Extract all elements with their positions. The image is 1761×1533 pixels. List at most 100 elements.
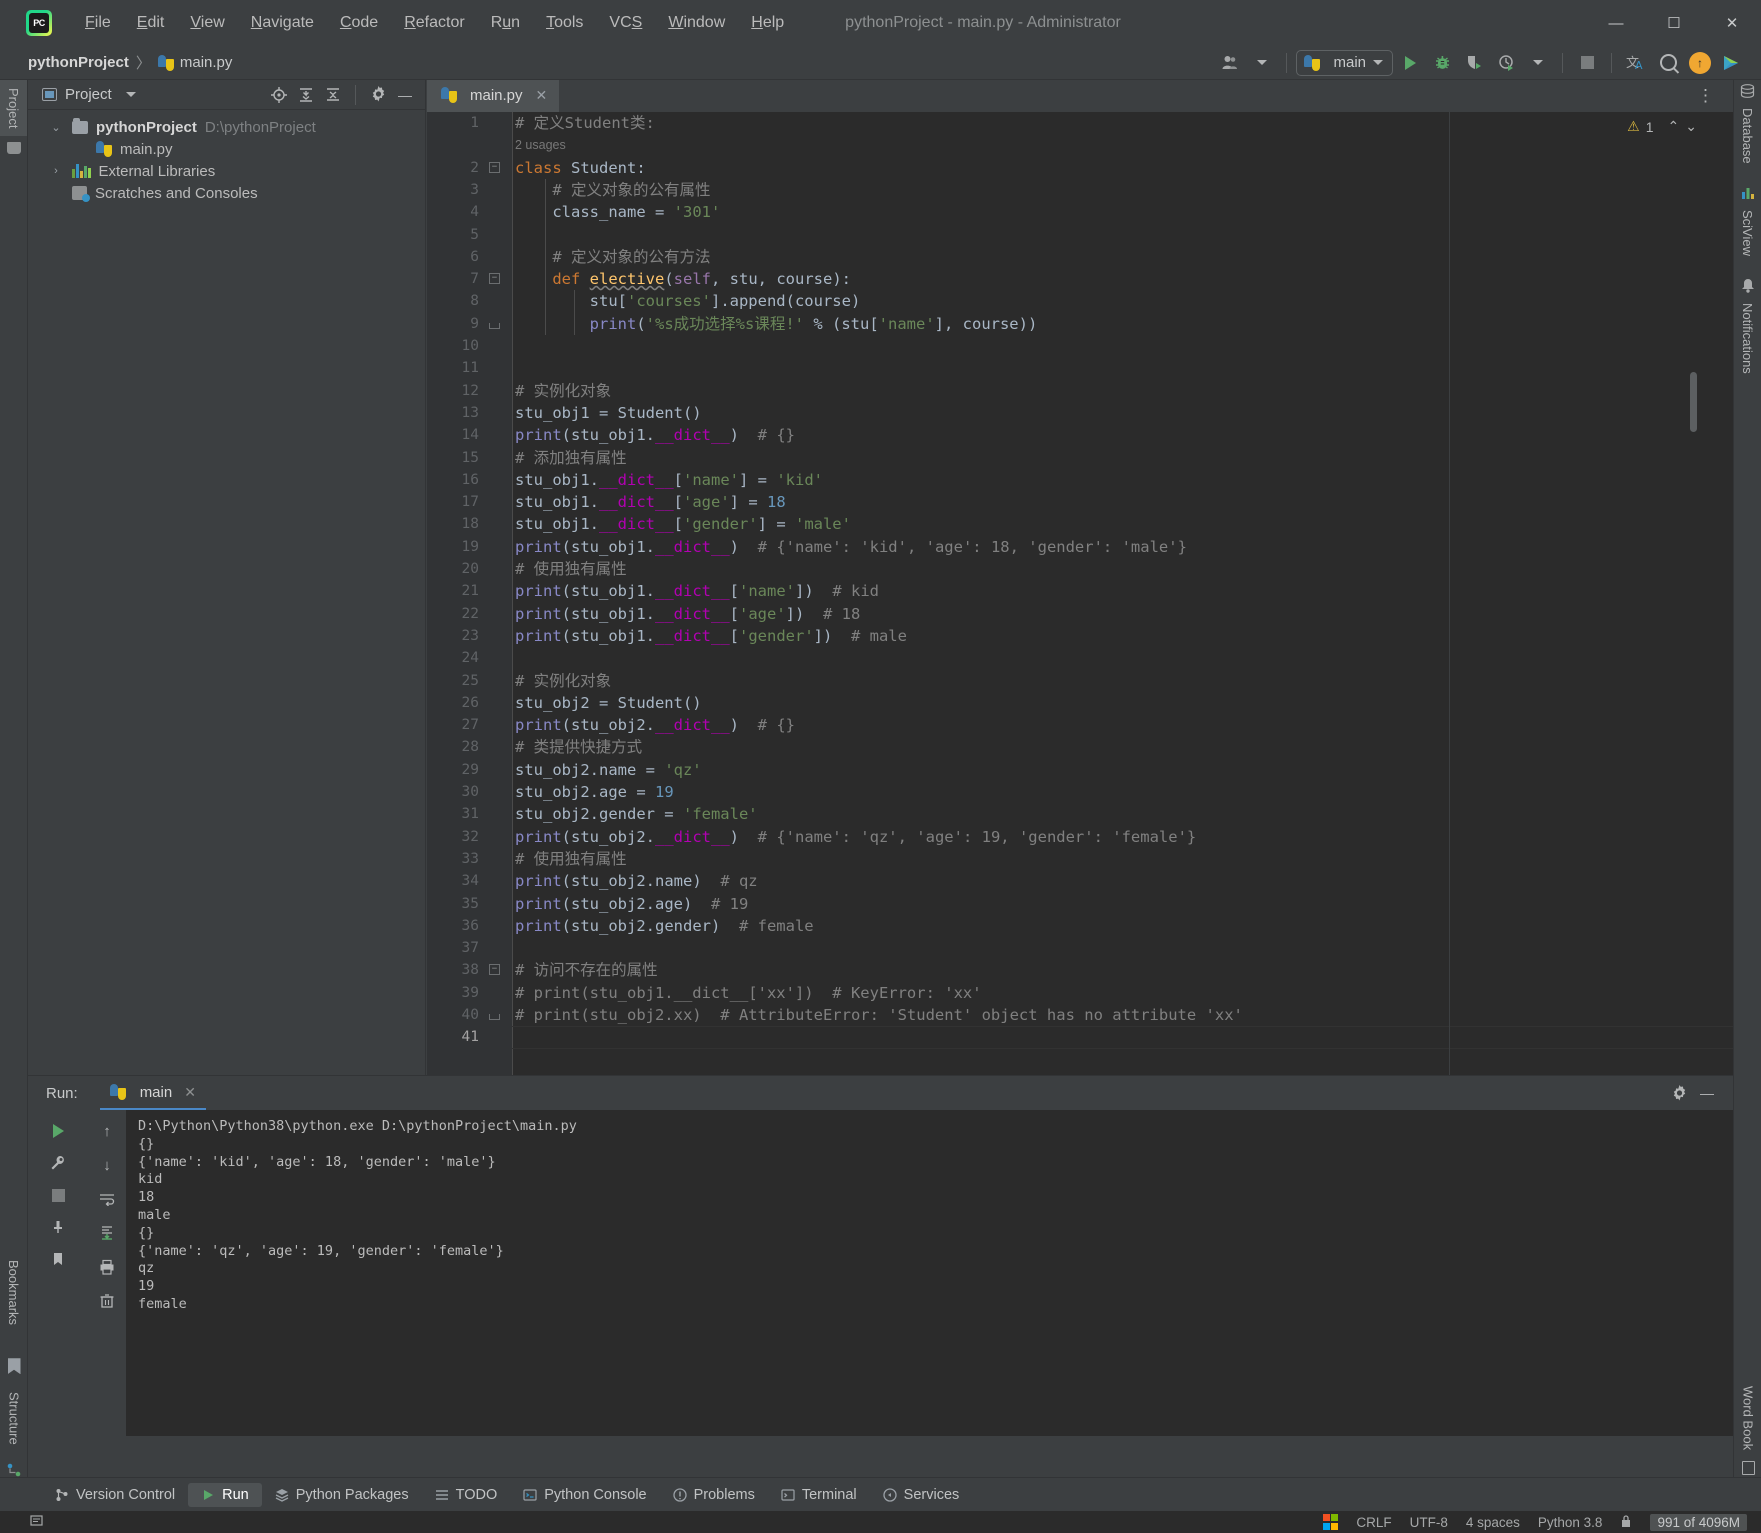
more-options-icon[interactable]: ⋮ xyxy=(1689,86,1723,106)
code-line-17[interactable]: 17 stu_obj1.__dict__['age'] = 18 xyxy=(427,491,1733,513)
code-line-28[interactable]: 28 # 类提供快捷方式 xyxy=(427,736,1733,758)
code-line-2[interactable]: 2− class Student: xyxy=(427,157,1733,179)
next-problem-icon[interactable]: ⌄ xyxy=(1685,118,1697,135)
maximize-button[interactable]: ☐ xyxy=(1645,0,1703,46)
prev-problem-icon[interactable]: ⌃ xyxy=(1668,118,1680,135)
chevron-down-icon[interactable] xyxy=(125,92,136,97)
code-line-35[interactable]: 35 print(stu_obj2.age) # 19 xyxy=(427,893,1733,915)
bookmark-icon[interactable] xyxy=(43,1246,73,1272)
tool-window-run[interactable]: Run xyxy=(188,1482,262,1507)
sidebar-item-notifications[interactable]: Notifications xyxy=(1734,295,1761,382)
close-button[interactable]: ✕ xyxy=(1703,0,1761,46)
code-line-20[interactable]: 20 # 使用独有属性 xyxy=(427,558,1733,580)
debug-icon[interactable] xyxy=(1427,50,1457,76)
sidebar-item-bookmarks[interactable]: Bookmarks xyxy=(0,1252,27,1333)
usages-inlay-hint[interactable]: 2 usages xyxy=(427,134,1733,156)
code-line-3[interactable]: 3 # 定义对象的公有属性 xyxy=(427,179,1733,201)
code-line-39[interactable]: 39 # print(stu_obj1.__dict__['xx']) # Key… xyxy=(427,982,1733,1004)
settings-wrench-icon[interactable] xyxy=(43,1150,73,1176)
code-editor[interactable]: 1 # 定义Student类: 2 usages 2− class Student: 3 … xyxy=(427,112,1733,1075)
soft-wrap-icon[interactable] xyxy=(92,1186,122,1212)
hide-icon[interactable]: — xyxy=(1695,1082,1719,1104)
translate-icon[interactable]: 文A xyxy=(1621,50,1651,76)
code-line-32[interactable]: 32 print(stu_obj2.__dict__) # {'name': 'q… xyxy=(427,826,1733,848)
stop-icon[interactable] xyxy=(43,1182,73,1208)
code-line-24[interactable]: 24 xyxy=(427,647,1733,669)
code-line-8[interactable]: 8 stu['courses'].append(course) xyxy=(427,290,1733,312)
fold-collapse-icon[interactable]: − xyxy=(489,161,500,173)
menu-item-window[interactable]: Window xyxy=(655,10,738,36)
code-line-18[interactable]: 18 stu_obj1.__dict__['gender'] = 'male' xyxy=(427,513,1733,535)
target-icon[interactable] xyxy=(267,84,291,106)
fold-collapse-icon[interactable]: − xyxy=(489,964,500,976)
chevron-down-icon[interactable]: ⌄ xyxy=(50,121,62,134)
tree-node-scratches-and-consoles[interactable]: Scratches and Consoles xyxy=(28,182,425,204)
close-icon[interactable]: ✕ xyxy=(536,87,548,104)
tree-node-pythonproject[interactable]: ⌄ pythonProject D:\pythonProject xyxy=(28,116,425,138)
print-icon[interactable] xyxy=(92,1254,122,1280)
code-line-23[interactable]: 23 print(stu_obj1.__dict__['gender']) # m… xyxy=(427,625,1733,647)
pin-icon[interactable] xyxy=(43,1214,73,1240)
scroll-down-icon[interactable]: ↓ xyxy=(92,1152,122,1178)
run-console-output[interactable]: D:\Python\Python38\python.exe D:\pythonP… xyxy=(126,1110,1733,1436)
code-line-4[interactable]: 4 class_name = '301' xyxy=(427,201,1733,223)
coverage-icon[interactable] xyxy=(1459,50,1489,76)
code-line-16[interactable]: 16 stu_obj1.__dict__['name'] = 'kid' xyxy=(427,469,1733,491)
code-line-9[interactable]: 9 print('%s成功选择%s课程!' % (stu['name'], co… xyxy=(427,313,1733,335)
tool-window-terminal[interactable]: Terminal xyxy=(768,1483,870,1507)
menu-item-navigate[interactable]: Navigate xyxy=(238,10,327,36)
fold-collapse-icon[interactable]: − xyxy=(489,273,500,285)
rerun-icon[interactable] xyxy=(43,1118,73,1144)
code-line-40[interactable]: 40 # print(stu_obj2.xx) # AttributeError:… xyxy=(427,1004,1733,1026)
menu-item-edit[interactable]: Edit xyxy=(124,10,178,36)
sidebar-item-structure[interactable]: Structure xyxy=(1,1384,28,1453)
interpreter-status[interactable]: Python 3.8 xyxy=(1538,1515,1603,1530)
code-line-25[interactable]: 25 # 实例化对象 xyxy=(427,670,1733,692)
editor-scrollbar-thumb[interactable] xyxy=(1690,372,1697,432)
breadcrumb-file[interactable]: main.py xyxy=(180,54,233,71)
code-line-15[interactable]: 15 # 添加独有属性 xyxy=(427,447,1733,469)
event-log-icon[interactable] xyxy=(30,1514,45,1531)
code-line-31[interactable]: 31 stu_obj2.gender = 'female' xyxy=(427,803,1733,825)
run-tab-main[interactable]: main ✕ xyxy=(99,1076,206,1110)
code-line-26[interactable]: 26 stu_obj2 = Student() xyxy=(427,692,1733,714)
search-everywhere-icon[interactable] xyxy=(1653,50,1683,76)
code-line-12[interactable]: 12 # 实例化对象 xyxy=(427,380,1733,402)
menu-item-vcs[interactable]: VCS xyxy=(596,10,655,36)
tool-window-services[interactable]: Services xyxy=(870,1483,973,1507)
minimize-button[interactable]: — xyxy=(1587,0,1645,46)
profile-icon[interactable] xyxy=(1491,50,1521,76)
code-line-30[interactable]: 30 stu_obj2.age = 19 xyxy=(427,781,1733,803)
tool-window-version-control[interactable]: Version Control xyxy=(42,1483,188,1507)
tool-window-python-packages[interactable]: Python Packages xyxy=(262,1483,422,1507)
sidebar-item-word-book[interactable]: Word Book xyxy=(1735,1378,1761,1458)
code-line-6[interactable]: 6 # 定义对象的公有方法 xyxy=(427,246,1733,268)
fold-region-end-icon[interactable] xyxy=(489,322,500,329)
menu-item-refactor[interactable]: Refactor xyxy=(391,10,477,36)
inspection-widget[interactable]: ⚠ 1 ⌃ ⌄ xyxy=(1627,118,1697,135)
scroll-up-icon[interactable]: ↑ xyxy=(92,1118,122,1144)
user-account-icon[interactable] xyxy=(1215,50,1245,76)
code-line-38[interactable]: 38− # 访问不存在的属性 xyxy=(427,959,1733,981)
code-line-5[interactable]: 5 xyxy=(427,224,1733,246)
menu-item-view[interactable]: View xyxy=(177,10,237,36)
update-available-icon[interactable]: ↑ xyxy=(1685,50,1715,76)
run-icon[interactable] xyxy=(1395,50,1425,76)
encoding-status[interactable]: UTF-8 xyxy=(1410,1515,1448,1530)
tool-window-todo[interactable]: TODO xyxy=(422,1483,511,1507)
code-line-29[interactable]: 29 stu_obj2.name = 'qz' xyxy=(427,759,1733,781)
code-line-37[interactable]: 37 xyxy=(427,937,1733,959)
code-line-36[interactable]: 36 print(stu_obj2.gender) # female xyxy=(427,915,1733,937)
code-line-13[interactable]: 13 stu_obj1 = Student() xyxy=(427,402,1733,424)
tree-node-main-py[interactable]: main.py xyxy=(28,138,425,160)
indent-status[interactable]: 4 spaces xyxy=(1466,1515,1520,1530)
code-line-10[interactable]: 10 xyxy=(427,335,1733,357)
tool-window-problems[interactable]: Problems xyxy=(660,1483,768,1507)
code-line-34[interactable]: 34 print(stu_obj2.name) # qz xyxy=(427,870,1733,892)
breadcrumb-project[interactable]: pythonProject xyxy=(28,54,129,71)
sidebar-item-database[interactable]: Database xyxy=(1734,100,1761,172)
user-account-caret-icon[interactable] xyxy=(1247,50,1277,76)
line-separator-status[interactable]: CRLF xyxy=(1356,1515,1391,1530)
code-line-27[interactable]: 27 print(stu_obj2.__dict__) # {} xyxy=(427,714,1733,736)
code-line-14[interactable]: 14 print(stu_obj1.__dict__) # {} xyxy=(427,424,1733,446)
